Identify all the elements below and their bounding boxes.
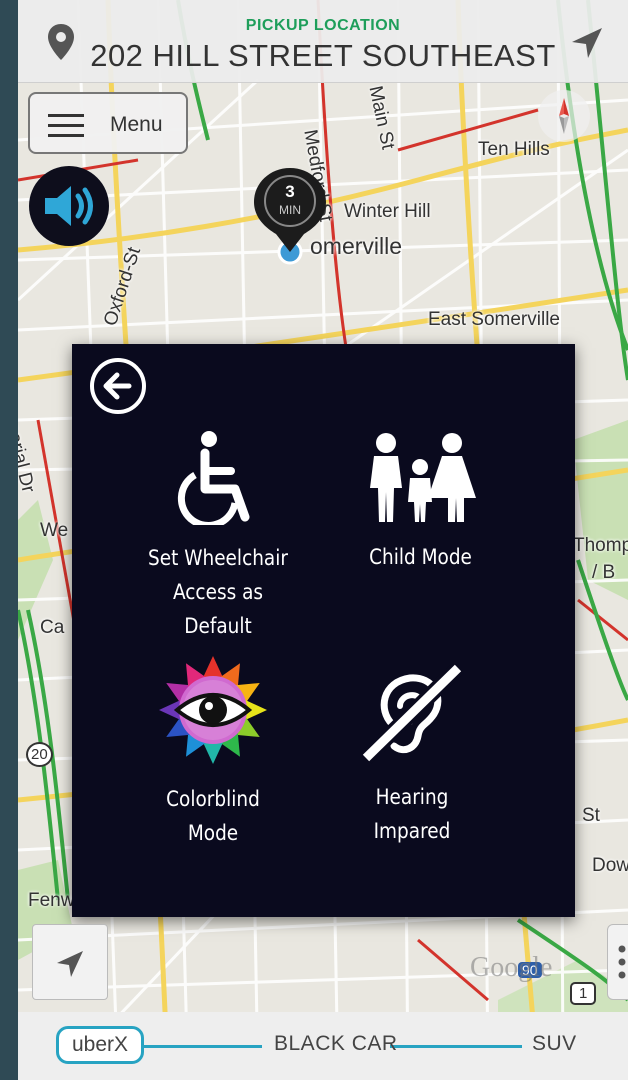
route-20-shield: 20 [26,742,53,767]
vehicle-slider-track-2[interactable] [390,1045,522,1048]
color-eye-icon [159,656,267,764]
map-label-b: / B [592,562,616,583]
route-1-shield: 1 [570,982,597,1005]
colorblind-label-line2: Mode [187,821,239,845]
eta-unit: MIN [279,203,301,217]
navigation-arrow-icon [57,951,83,977]
family-icon [369,433,476,522]
colorblind-mode-option[interactable]: Colorblind Mode [138,654,288,850]
vehicle-option-black-car[interactable]: BLACK CAR [274,1032,398,1056]
more-options-button[interactable] [607,924,628,1000]
eta-value: 3 [285,182,295,201]
map-label-ca: Ca [40,617,65,638]
vehicle-option-suv[interactable]: SUV [532,1032,577,1056]
my-location-button[interactable] [32,924,108,1000]
audio-toggle-button[interactable] [29,166,109,246]
menu-label: Menu [110,113,163,136]
pickup-location-label: PICKUP LOCATION [245,17,401,34]
hearing-impaired-option[interactable]: Hearing Impared [337,664,487,848]
map-label-thomp: Thomp [573,535,628,556]
pickup-address[interactable]: 202 HILL STREET SOUTHEAST [18,38,628,74]
menu-button[interactable]: Menu [28,92,188,154]
navigation-arrow-icon[interactable] [570,26,604,60]
colorblind-label-line1: Colorblind [166,787,260,811]
wheelchair-label-line1: Set Wheelchair [147,546,289,570]
map-label-fenw: Fenw [28,890,75,911]
map-label-st: St [582,805,600,826]
app-screen: Medford St Main St Ten Hills Winter Hill… [18,0,628,1080]
google-logo: Google [470,952,553,983]
child-mode-option[interactable]: Child Mode [338,432,503,574]
hamburger-icon [48,114,84,144]
accessibility-panel: Set Wheelchair Access as Default Child M… [72,344,575,917]
speaker-icon [45,186,93,226]
wheelchair-label-line2: Access as Default [172,580,264,638]
back-arrow-icon[interactable] [89,357,147,415]
map-label-east-somerville: East Somerville [428,309,560,330]
hearing-impaired-icon [360,664,464,764]
vehicle-selector: uberX BLACK CAR SUV [18,1012,628,1080]
vehicle-option-uberx[interactable]: uberX [56,1026,144,1064]
map-label-ten-hills: Ten Hills [478,139,550,160]
map-label-we: We [40,520,69,541]
vehicle-slider-track[interactable] [142,1045,262,1048]
hearing-label-line2: Impared [373,819,451,843]
compass-button[interactable] [538,90,590,142]
eta-pickup-pin[interactable]: 3 MIN [252,166,328,263]
pickup-location-bar[interactable]: PICKUP LOCATION 202 HILL STREET SOUTHEAS… [18,0,628,83]
child-mode-label: Child Mode [369,545,472,569]
compass-icon [559,98,569,134]
map-label-winter-hill: Winter Hill [344,201,431,222]
wheelchair-icon [177,431,250,525]
map-label-dow: Dow [592,855,628,876]
wheelchair-default-option[interactable]: Set Wheelchair Access as Default [138,429,298,643]
hearing-label-line1: Hearing [375,785,449,809]
more-vertical-icon [618,945,626,979]
